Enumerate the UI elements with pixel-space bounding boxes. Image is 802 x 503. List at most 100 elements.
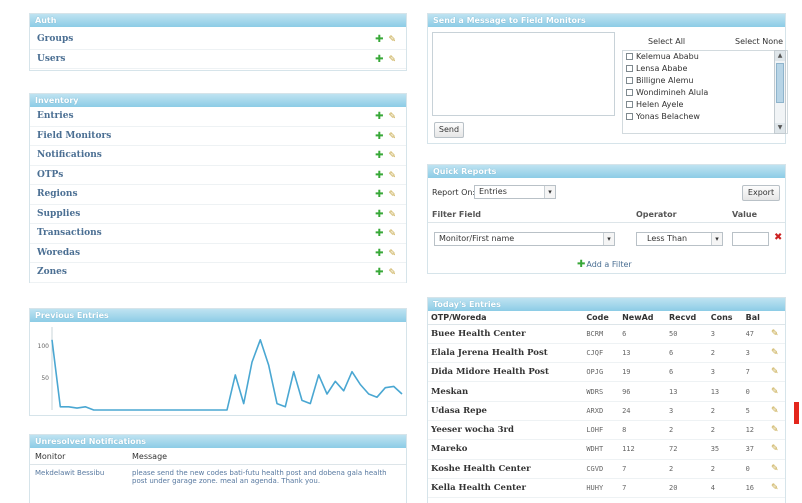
entry-recvd: 6 [666, 343, 708, 364]
send-button[interactable]: Send [434, 122, 464, 138]
add-filter-link[interactable]: ✚Add a Filter [577, 259, 632, 270]
filter-field-select[interactable]: Monitor/First name ▾ [434, 232, 615, 246]
entry-row[interactable]: Koshe Health Center CGVD 7 2 2 0 ✎ [428, 459, 785, 479]
inventory-item-link[interactable]: Entries [37, 111, 74, 121]
plus-icon[interactable]: ✚ [375, 131, 383, 142]
auth-item-link[interactable]: Groups [37, 34, 73, 44]
recipient-item[interactable]: Helen Ayele [623, 99, 787, 111]
operator-select[interactable]: Less Than ▾ [636, 232, 723, 246]
inventory-item-link[interactable]: Woredas [37, 248, 80, 258]
notification-message[interactable]: please send the new codes bati-futu heal… [132, 469, 400, 485]
pencil-icon[interactable]: ✎ [388, 35, 396, 45]
report-on-select[interactable]: Entries ▾ [474, 185, 556, 199]
entry-row[interactable]: Udasa Repe ARXD 24 3 2 5 ✎ [428, 401, 785, 421]
plus-icon[interactable]: ✚ [375, 209, 383, 220]
inventory-item-link[interactable]: Supplies [37, 209, 80, 219]
entry-row[interactable]: Meskan WDRS 96 13 13 0 ✎ [428, 381, 785, 402]
entry-actions: ✎ [767, 324, 785, 344]
scroll-up-icon[interactable]: ▲ [775, 51, 785, 61]
value-input[interactable] [732, 232, 769, 246]
operator-header: Operator [636, 210, 677, 219]
scroll-down-icon[interactable]: ▼ [775, 123, 785, 133]
recipient-item[interactable]: Wondimineh Alula [623, 87, 787, 99]
recipient-checkbox[interactable] [626, 89, 633, 96]
plus-icon[interactable]: ✚ [375, 189, 383, 200]
recipient-checkbox[interactable] [626, 101, 633, 108]
pencil-icon[interactable]: ✎ [388, 229, 396, 239]
notification-monitor[interactable]: Mekdelawit Bessibu [35, 469, 127, 477]
pencil-icon[interactable]: ✎ [771, 348, 779, 358]
pencil-icon[interactable]: ✎ [388, 190, 396, 200]
plus-icon: ✚ [577, 259, 586, 270]
recipient-scrollbar[interactable]: ▲ ▼ [774, 50, 786, 134]
pencil-icon[interactable]: ✎ [771, 444, 779, 454]
entry-row[interactable]: Yeeser wocha 3rd LOHF 8 2 2 12 ✎ [428, 420, 785, 441]
plus-icon[interactable]: ✚ [375, 267, 383, 278]
pencil-icon[interactable]: ✎ [771, 464, 779, 474]
pencil-icon[interactable]: ✎ [771, 425, 779, 435]
pencil-icon[interactable]: ✎ [771, 329, 779, 339]
entry-row[interactable]: Buee Health Center BCRM 6 50 3 47 ✎ [428, 324, 785, 344]
recipient-list[interactable]: Kelemua Ababu Lensa Ababe Billigne Alemu Wo… [622, 50, 788, 134]
auth-item-link[interactable]: Users [37, 54, 65, 64]
recipient-checkbox[interactable] [626, 53, 633, 60]
recipient-checkbox[interactable] [626, 77, 633, 84]
recipient-item[interactable]: Yonas Belachew [623, 111, 787, 123]
entry-bal: 37 [742, 439, 768, 460]
pencil-icon[interactable]: ✎ [388, 132, 396, 142]
plus-icon[interactable]: ✚ [375, 54, 383, 65]
recipient-item[interactable]: Kelemua Ababu [623, 51, 787, 63]
pencil-icon[interactable]: ✎ [771, 483, 779, 493]
pencil-icon[interactable]: ✎ [388, 151, 396, 161]
entry-row[interactable]: Dida Midore Health Post OPJG 19 6 3 7 ✎ [428, 362, 785, 383]
pencil-icon[interactable]: ✎ [388, 268, 396, 278]
inventory-item-link[interactable]: Transactions [37, 228, 102, 238]
entry-newad: 8 [619, 420, 666, 441]
pencil-icon[interactable]: ✎ [388, 171, 396, 181]
recipient-item[interactable]: Lensa Ababe [623, 63, 787, 75]
plus-icon[interactable]: ✚ [375, 228, 383, 239]
recipient-item[interactable]: Billigne Alemu [623, 75, 787, 87]
entry-row[interactable]: Mareko WDHT 112 72 35 37 ✎ [428, 439, 785, 460]
entry-row[interactable]: Kella Health Center HUHY 7 20 4 16 ✎ [428, 478, 785, 499]
entry-recvd: 72 [666, 439, 708, 460]
inventory-item-link[interactable]: Regions [37, 189, 78, 199]
remove-filter-icon[interactable]: ✖ [774, 232, 782, 243]
previous-entries-panel: Previous Entries 50 100 [29, 308, 407, 416]
pencil-icon[interactable]: ✎ [771, 387, 779, 397]
inventory-item-link[interactable]: OTPs [37, 170, 63, 180]
chart-series-line [51, 338, 403, 411]
plus-icon[interactable]: ✚ [375, 111, 383, 122]
inventory-list: Entries ✚ ✎ Field Monitors ✚ ✎ Notifications ✚ ✎… [30, 107, 406, 283]
export-button[interactable]: Export [742, 185, 780, 201]
inventory-item-link[interactable]: Zones [37, 267, 67, 277]
recipient-name: Lensa Ababe [636, 64, 688, 73]
entry-actions: ✎ [767, 343, 785, 364]
inventory-item-link[interactable]: Field Monitors [37, 131, 111, 141]
select-none-link[interactable]: Select None [735, 37, 783, 46]
inventory-item-link[interactable]: Notifications [37, 150, 102, 160]
entry-newad: 19 [619, 362, 666, 383]
pencil-icon[interactable]: ✎ [388, 210, 396, 220]
recipient-checkbox[interactable] [626, 113, 633, 120]
pencil-icon[interactable]: ✎ [771, 406, 779, 416]
pencil-icon[interactable]: ✎ [388, 55, 396, 65]
recipient-checkbox[interactable] [626, 65, 633, 72]
entry-row[interactable]: Elala Jerena Health Post CJQF 13 6 2 3 ✎ [428, 343, 785, 364]
plus-icon[interactable]: ✚ [375, 170, 383, 181]
scroll-thumb[interactable] [776, 63, 784, 103]
todays-entries-header: Today's Entries [428, 298, 785, 311]
plus-icon[interactable]: ✚ [375, 34, 383, 45]
pencil-icon[interactable]: ✎ [388, 249, 396, 259]
pencil-icon[interactable]: ✎ [771, 367, 779, 377]
col-newad: NewAd [619, 311, 666, 325]
select-all-link[interactable]: Select All [648, 37, 685, 46]
pencil-icon[interactable]: ✎ [388, 112, 396, 122]
plus-icon[interactable]: ✚ [375, 150, 383, 161]
entry-name: Yeeser wocha 3rd [428, 420, 584, 441]
entry-actions: ✎ [767, 362, 785, 383]
entry-newad: 24 [619, 401, 666, 421]
plus-icon[interactable]: ✚ [375, 248, 383, 259]
message-textarea[interactable] [432, 32, 615, 116]
quick-reports-panel: Quick Reports Report On: Entries ▾ Expor… [427, 164, 786, 274]
